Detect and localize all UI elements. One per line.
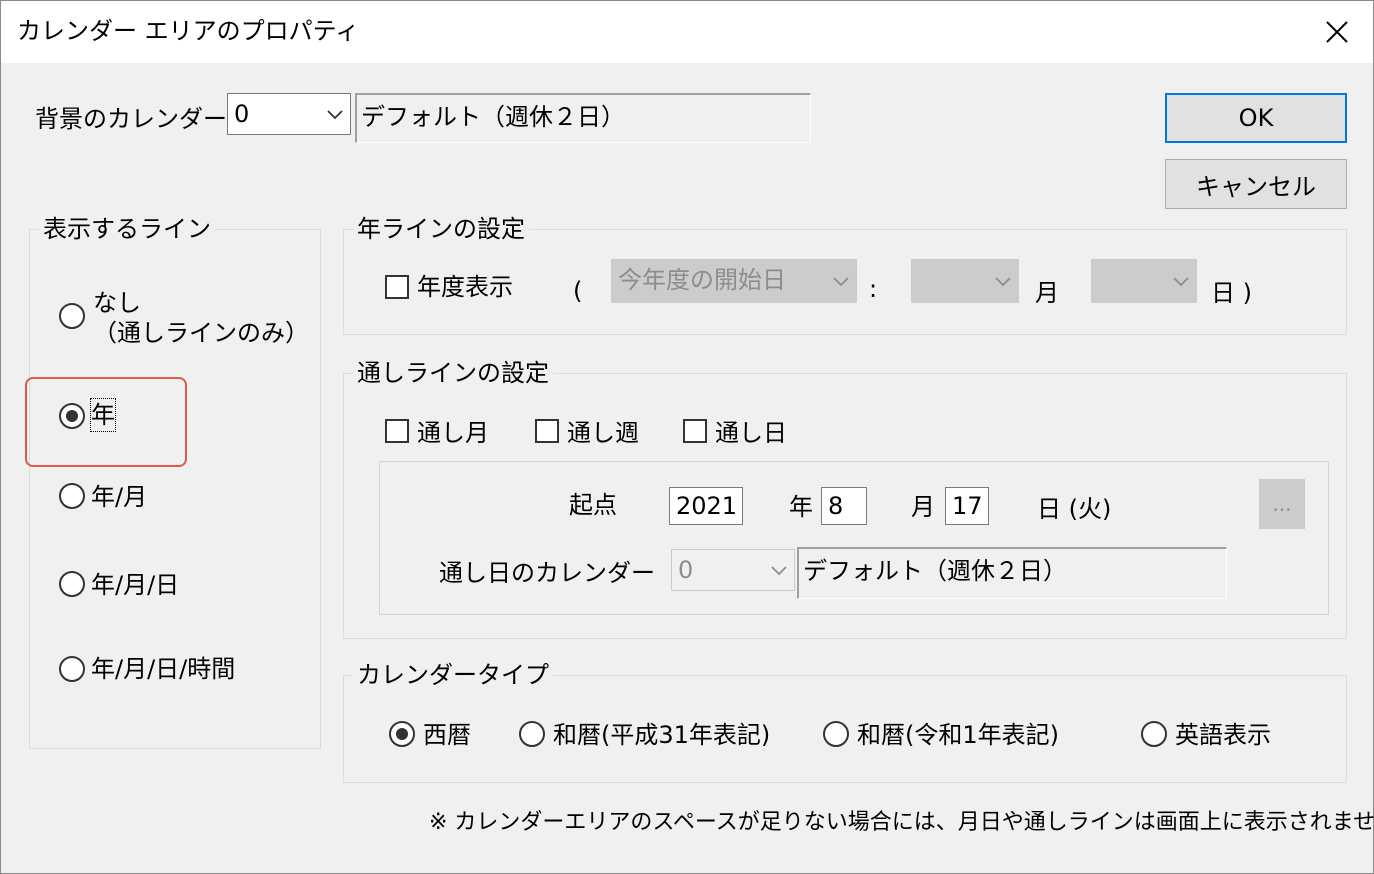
background-calendar-value: 0 bbox=[234, 100, 250, 128]
radio-type-western-label: 西暦 bbox=[423, 721, 471, 749]
start-year-value: 2021 bbox=[676, 492, 738, 520]
radio-line-year-month-day-label: 年/月/日 bbox=[91, 571, 180, 599]
chevron-down-icon bbox=[833, 277, 849, 287]
year-line-title: 年ラインの設定 bbox=[353, 213, 529, 245]
start-month-value: 8 bbox=[828, 492, 844, 520]
radio-type-heisei[interactable] bbox=[519, 721, 545, 747]
start-month-field[interactable]: 8 bbox=[821, 487, 867, 525]
close-icon bbox=[1326, 21, 1348, 43]
month-label: 月 bbox=[1035, 279, 1059, 307]
through-calendar-name: デフォルト（週休２日） bbox=[797, 547, 1227, 599]
window-title: カレンダー エリアのプロパティ bbox=[17, 17, 360, 45]
fiscal-start-select[interactable]: 今年度の開始日 bbox=[611, 259, 857, 303]
background-calendar-label: 背景のカレンダー bbox=[35, 105, 227, 133]
radio-line-none[interactable] bbox=[59, 303, 85, 329]
through-calendar-select[interactable]: 0 bbox=[671, 549, 795, 591]
through-calendar-label: 通し日のカレンダー bbox=[439, 559, 655, 587]
fiscal-month-select[interactable] bbox=[911, 259, 1019, 303]
title-bar: カレンダー エリアのプロパティ bbox=[1, 1, 1373, 63]
radio-line-year-month[interactable] bbox=[59, 483, 85, 509]
through-day-label: 通し日 bbox=[715, 419, 787, 447]
radio-type-english[interactable] bbox=[1141, 721, 1167, 747]
radio-type-reiwa-label: 和暦(令和1年表記) bbox=[857, 721, 1059, 749]
day-weekday-label: 日 (火) bbox=[1037, 495, 1112, 523]
background-calendar-name-text: デフォルト（週休２日） bbox=[361, 103, 625, 131]
radio-type-english-label: 英語表示 bbox=[1175, 721, 1271, 749]
start-day-field[interactable]: 17 bbox=[945, 487, 989, 525]
ok-button[interactable]: OK bbox=[1165, 93, 1347, 143]
through-week-checkbox[interactable] bbox=[535, 419, 559, 443]
colon: : bbox=[869, 275, 878, 303]
fiscal-start-value: 今年度の開始日 bbox=[618, 266, 786, 294]
radio-type-western[interactable] bbox=[389, 721, 415, 747]
chevron-down-icon bbox=[1173, 277, 1189, 287]
close-button[interactable] bbox=[1301, 1, 1373, 63]
date-picker-button[interactable]: ... bbox=[1259, 479, 1305, 529]
calendar-type-title: カレンダータイプ bbox=[353, 659, 553, 691]
through-calendar-name-text: デフォルト（週休２日） bbox=[803, 557, 1067, 585]
chevron-down-icon bbox=[995, 277, 1011, 287]
display-lines-title: 表示するライン bbox=[39, 213, 215, 245]
start-point-label: 起点 bbox=[569, 491, 617, 519]
fiscal-day-select[interactable] bbox=[1091, 259, 1197, 303]
radio-line-none-sublabel: （通しラインのみ） bbox=[93, 319, 309, 347]
day-paren-label: 日 ) bbox=[1211, 279, 1252, 307]
fiscal-year-checkbox[interactable] bbox=[385, 275, 409, 299]
chevron-down-icon bbox=[771, 566, 787, 576]
through-day-checkbox[interactable] bbox=[683, 419, 707, 443]
through-calendar-value: 0 bbox=[678, 556, 694, 584]
month-unit: 月 bbox=[911, 493, 935, 521]
through-month-checkbox[interactable] bbox=[385, 419, 409, 443]
start-year-field[interactable]: 2021 bbox=[669, 487, 743, 525]
radio-line-year-month-day-time[interactable] bbox=[59, 656, 85, 682]
radio-line-year-month-day-time-label: 年/月/日/時間 bbox=[91, 655, 236, 683]
radio-line-year-month-day[interactable] bbox=[59, 571, 85, 597]
properties-dialog: カレンダー エリアのプロパティ 背景のカレンダー 0 デフォルト（週休２日） O… bbox=[0, 0, 1374, 874]
start-day-value: 17 bbox=[952, 492, 983, 520]
radio-type-heisei-label: 和暦(平成31年表記) bbox=[553, 721, 771, 749]
background-calendar-name: デフォルト（週休２日） bbox=[355, 93, 811, 143]
footer-note: ※ カレンダーエリアのスペースが足りない場合には、月日や通しラインは画面上に表示… bbox=[429, 810, 1374, 835]
cancel-button[interactable]: キャンセル bbox=[1165, 159, 1347, 209]
background-calendar-select[interactable]: 0 bbox=[227, 93, 351, 135]
radio-line-year-label: 年 bbox=[90, 398, 116, 432]
chevron-down-icon bbox=[327, 110, 343, 120]
through-month-label: 通し月 bbox=[417, 419, 489, 447]
radio-type-reiwa[interactable] bbox=[823, 721, 849, 747]
radio-line-year-month-label: 年/月 bbox=[91, 483, 148, 511]
radio-line-year[interactable] bbox=[59, 403, 85, 429]
fiscal-year-label: 年度表示 bbox=[417, 273, 513, 301]
open-paren: ( bbox=[573, 277, 583, 305]
through-week-label: 通し週 bbox=[567, 419, 639, 447]
through-line-title: 通しラインの設定 bbox=[353, 357, 553, 389]
year-unit: 年 bbox=[789, 493, 813, 521]
radio-line-none-label: なし bbox=[93, 289, 141, 317]
